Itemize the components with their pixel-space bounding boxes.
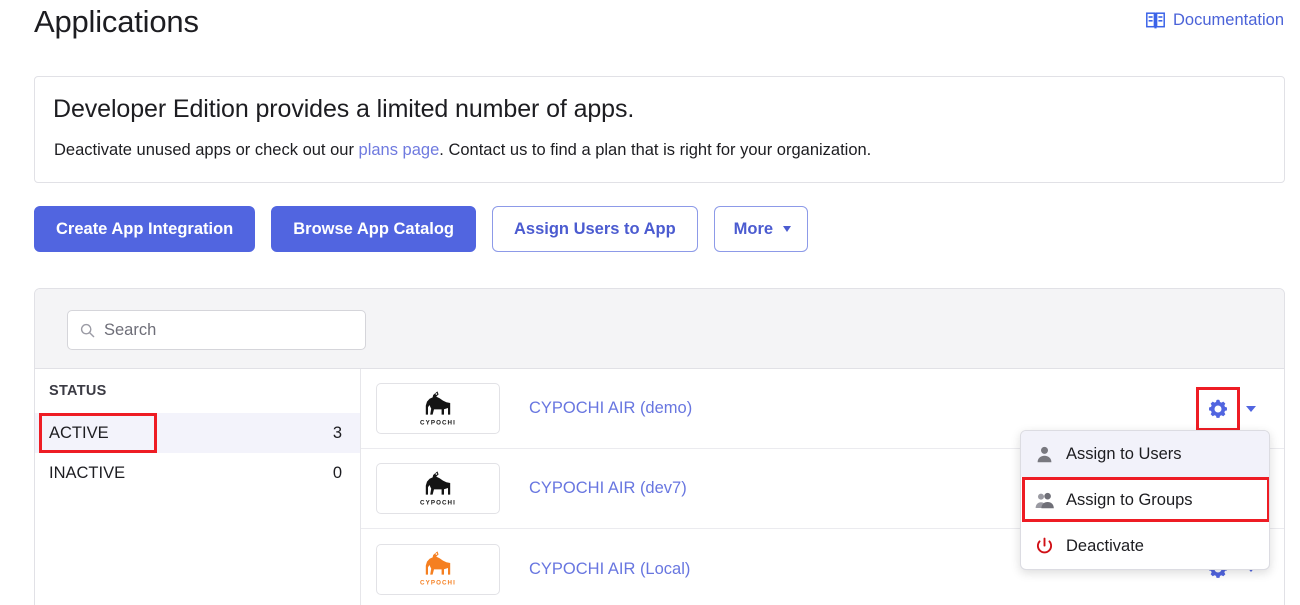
status-heading: STATUS — [49, 383, 107, 399]
person-icon — [1035, 445, 1054, 464]
search-icon — [80, 323, 95, 338]
notice-body: Deactivate unused apps or check out our … — [54, 141, 871, 160]
page-header: Applications Documentation — [0, 0, 1300, 56]
gear-icon[interactable] — [1207, 398, 1229, 420]
page-title: Applications — [34, 4, 199, 39]
cypochi-dog-logo: CYPOCHI — [420, 470, 456, 506]
svg-text:CYPOCHI: CYPOCHI — [420, 419, 456, 426]
svg-text:CYPOCHI: CYPOCHI — [420, 579, 456, 586]
app-name-link[interactable]: CYPOCHI AIR (Local) — [529, 560, 690, 579]
menu-item-deactivate[interactable]: Deactivate — [1021, 523, 1269, 569]
people-icon — [1035, 491, 1054, 510]
status-filter-active-count: 3 — [332, 423, 342, 442]
notice-body-suffix: . Contact us to find a plan that is righ… — [439, 141, 872, 159]
svg-text:CYPOCHI: CYPOCHI — [420, 499, 456, 506]
status-filter-inactive[interactable]: INACTIVE 0 — [35, 453, 360, 493]
app-logo: CYPOCHI — [376, 543, 500, 595]
status-filter-active[interactable]: ACTIVE 3 — [35, 413, 360, 453]
cypochi-dog-logo: CYPOCHI — [420, 551, 456, 586]
more-button[interactable]: More — [713, 206, 809, 252]
developer-edition-notice: Developer Edition provides a limited num… — [34, 76, 1285, 183]
chevron-down-icon — [783, 226, 792, 232]
applications-page: Applications Documentation Developer Edi… — [0, 0, 1300, 605]
more-button-label: More — [733, 219, 774, 238]
notice-title: Developer Edition provides a limited num… — [53, 95, 635, 123]
app-logo: CYPOCHI — [376, 463, 500, 514]
menu-item-deactivate-label: Deactivate — [1066, 536, 1144, 555]
search-input[interactable] — [104, 320, 353, 340]
plans-page-link[interactable]: plans page — [359, 141, 440, 159]
app-name-link[interactable]: CYPOCHI AIR (demo) — [529, 399, 692, 418]
app-logo: CYPOCHI — [376, 383, 500, 434]
status-filter-column: STATUS ACTIVE 3 INACTIVE 0 — [35, 369, 361, 605]
cypochi-dog-logo: CYPOCHI — [420, 390, 456, 426]
power-icon — [1035, 537, 1054, 556]
assign-users-to-app-button[interactable]: Assign Users to App — [492, 206, 698, 252]
menu-item-assign-to-groups-label: Assign to Groups — [1066, 490, 1193, 509]
menu-item-assign-to-users-label: Assign to Users — [1066, 444, 1182, 463]
action-button-row: Create App Integration Browse App Catalo… — [34, 206, 809, 252]
status-filter-inactive-count: 0 — [332, 463, 342, 482]
menu-item-assign-to-groups[interactable]: Assign to Groups — [1021, 477, 1269, 523]
app-name-link[interactable]: CYPOCHI AIR (dev7) — [529, 479, 687, 498]
chevron-down-icon[interactable] — [1246, 405, 1256, 412]
panel-toolbar — [35, 289, 1284, 369]
status-filter-active-label: ACTIVE — [49, 423, 109, 442]
documentation-label: Documentation — [1173, 11, 1284, 29]
notice-body-prefix: Deactivate unused apps or check out our — [54, 141, 359, 159]
create-app-integration-button[interactable]: Create App Integration — [34, 206, 256, 252]
book-icon — [1146, 12, 1165, 29]
app-actions-menu: Assign to Users Assign to Groups Deactiv… — [1020, 430, 1270, 570]
browse-app-catalog-button[interactable]: Browse App Catalog — [271, 206, 476, 252]
status-filter-inactive-label: INACTIVE — [49, 463, 126, 482]
documentation-link[interactable]: Documentation — [1146, 11, 1284, 30]
search-box[interactable] — [67, 310, 366, 350]
menu-item-assign-to-users[interactable]: Assign to Users — [1021, 431, 1269, 477]
